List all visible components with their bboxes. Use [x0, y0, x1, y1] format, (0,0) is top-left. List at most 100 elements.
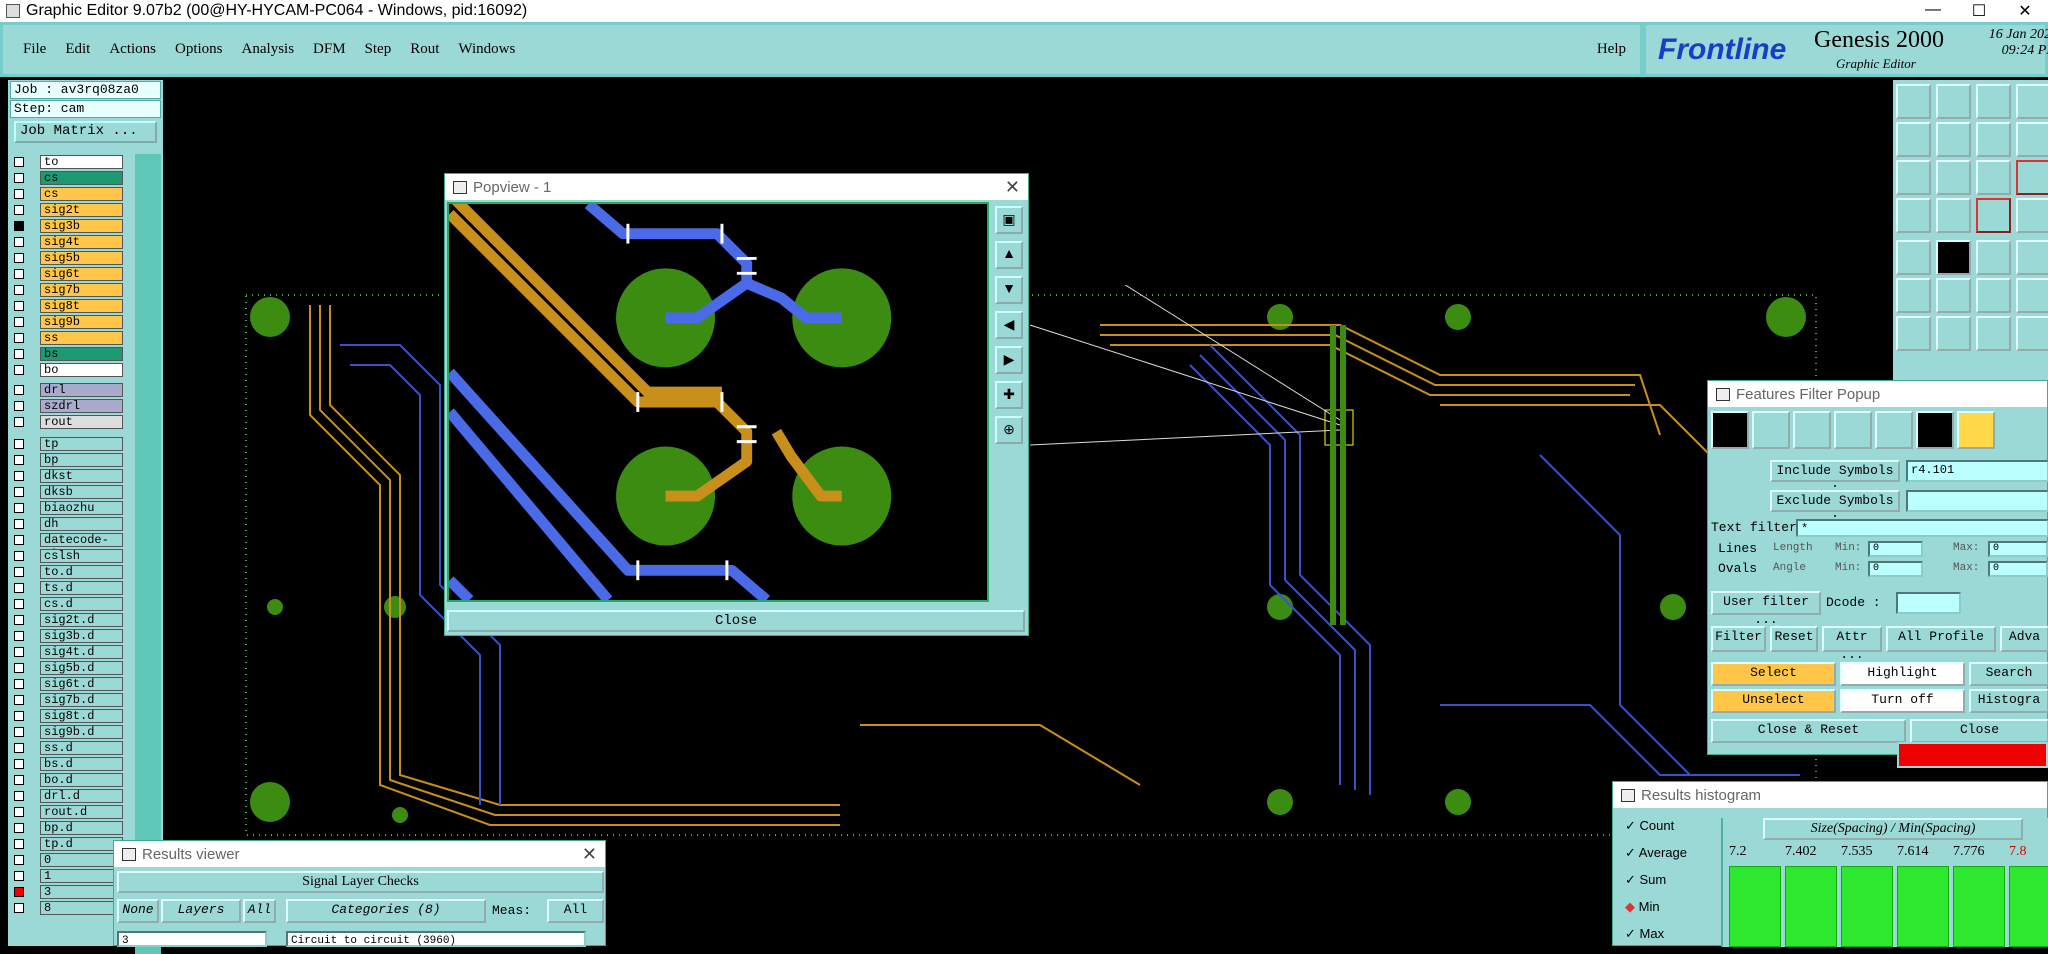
all-button[interactable]: All	[243, 899, 276, 923]
layer-name[interactable]: rout.d	[40, 805, 123, 819]
layer-row[interactable]: sig6t	[12, 266, 142, 282]
layer-checkbox[interactable]	[14, 189, 24, 199]
layer-row[interactable]: to	[12, 154, 142, 170]
layer-checkbox[interactable]	[14, 221, 24, 231]
layer-checkbox[interactable]	[14, 487, 24, 497]
include-symbols-field[interactable]: r4.101	[1906, 460, 2048, 482]
meas-select[interactable]: All	[547, 899, 604, 923]
layer-checkbox[interactable]	[14, 535, 24, 545]
layer-name[interactable]: 1	[40, 869, 123, 883]
layer-name[interactable]: bo	[40, 363, 123, 377]
tool-5-icon[interactable]	[1896, 122, 1931, 157]
turn-off-button[interactable]: Turn off	[1840, 689, 1965, 713]
layer-checkbox[interactable]	[14, 317, 24, 327]
layer-row[interactable]: rout.d	[12, 804, 142, 820]
layer-row[interactable]: bs.d	[12, 756, 142, 772]
layer-name[interactable]: drl.d	[40, 789, 123, 803]
results-close-icon[interactable]: ✕	[582, 844, 597, 865]
layer-name[interactable]: sig6t	[40, 267, 123, 281]
surface-type-icon[interactable]	[1793, 411, 1831, 449]
layer-row[interactable]: drl.d	[12, 788, 142, 804]
layer-checkbox[interactable]	[14, 695, 24, 705]
polygon-icon[interactable]	[1936, 240, 1971, 275]
layer-name[interactable]: bo.d	[40, 773, 123, 787]
layer-checkbox[interactable]	[14, 887, 24, 897]
layer-name[interactable]: bp.d	[40, 821, 123, 835]
layer-name[interactable]: szdrl	[40, 399, 123, 413]
layer-name[interactable]: sig4t.d	[40, 645, 123, 659]
cross-icon[interactable]	[1936, 278, 1971, 313]
layer-name[interactable]: sig7b	[40, 283, 123, 297]
zoom-fit-icon[interactable]: ▣	[995, 206, 1023, 234]
layer-checkbox[interactable]	[14, 237, 24, 247]
layer-checkbox[interactable]	[14, 471, 24, 481]
layer-checkbox[interactable]	[14, 743, 24, 753]
layer-name[interactable]: datecode-pt	[40, 533, 123, 560]
layer-row[interactable]: biaozhu	[12, 500, 142, 516]
layer-name[interactable]: bp	[40, 453, 123, 467]
menu-help[interactable]: Help	[1597, 41, 1626, 58]
layer-row[interactable]: sig9b	[12, 314, 142, 330]
grid-icon[interactable]	[1936, 198, 1971, 233]
tool-7-icon[interactable]	[1976, 122, 2011, 157]
zoom-area-icon[interactable]: ✚	[995, 381, 1023, 409]
layer-row[interactable]: dksb	[12, 484, 142, 500]
layer-checkbox[interactable]	[14, 839, 24, 849]
layer-row[interactable]: sig5b.d	[12, 660, 142, 676]
none-button[interactable]: None	[117, 899, 159, 923]
popview-close-icon[interactable]: ✕	[1005, 177, 1020, 198]
layer-checkbox[interactable]	[14, 663, 24, 673]
tool-28-icon[interactable]	[2016, 316, 2048, 351]
layer-row[interactable]: ss.d	[12, 740, 142, 756]
category-result-row[interactable]: Circuit to circuit (3960)	[286, 931, 586, 947]
zoom-in-icon[interactable]: ▲	[995, 241, 1023, 269]
angle-checkbox[interactable]: Angle	[1773, 562, 1806, 574]
layer-name[interactable]: sig5b.d	[40, 661, 123, 675]
layer-row[interactable]: bo.d	[12, 772, 142, 788]
popview-close-button[interactable]: Close	[447, 610, 1025, 632]
tool-6-icon[interactable]	[1936, 122, 1971, 157]
tool-4-icon[interactable]	[2016, 84, 2048, 119]
zoom-out-icon[interactable]: ▼	[995, 276, 1023, 304]
layer-row[interactable]: bp	[12, 452, 142, 468]
text-filter-field[interactable]: *	[1796, 519, 2048, 537]
layer-row[interactable]: sig8t	[12, 298, 142, 314]
layer-checkbox[interactable]	[14, 855, 24, 865]
layer-checkbox[interactable]	[14, 759, 24, 769]
positive-icon[interactable]	[1916, 411, 1954, 449]
layer-name[interactable]: tp.d	[40, 837, 123, 851]
layer-checkbox[interactable]	[14, 269, 24, 279]
layer-name[interactable]: ss.d	[40, 741, 123, 755]
layer-row[interactable]: sig2t.d	[12, 612, 142, 628]
layer-checkbox[interactable]	[14, 615, 24, 625]
layer-row[interactable]: sig5b	[12, 250, 142, 266]
layer-name[interactable]: sig8t.d	[40, 709, 123, 723]
help-icon[interactable]	[2016, 160, 2048, 195]
tool-10-icon[interactable]	[1936, 160, 1971, 195]
layer-checkbox[interactable]	[14, 157, 24, 167]
layer-row[interactable]: sig3b	[12, 218, 142, 234]
arc-type-icon[interactable]	[1834, 411, 1872, 449]
layer-checkbox[interactable]	[14, 385, 24, 395]
layer-checkbox[interactable]	[14, 349, 24, 359]
select-button[interactable]: Select	[1711, 662, 1836, 686]
layer-row[interactable]: sig7b	[12, 282, 142, 298]
layer-name[interactable]: to.d	[40, 565, 123, 579]
length-checkbox[interactable]: Length	[1773, 542, 1813, 554]
pan-left-icon[interactable]: ◀	[995, 311, 1023, 339]
layer-name[interactable]: bs	[40, 347, 123, 361]
tool-2-icon[interactable]	[1936, 84, 1971, 119]
layer-checkbox[interactable]	[14, 401, 24, 411]
tool-8-icon[interactable]	[2016, 122, 2048, 157]
tool-3-icon[interactable]	[1976, 84, 2011, 119]
center-icon[interactable]: ⊕	[995, 416, 1023, 444]
layer-checkbox[interactable]	[14, 647, 24, 657]
layer-name[interactable]: sig9b	[40, 315, 123, 329]
lines-checkbox[interactable]: Lines	[1718, 541, 1757, 556]
layer-row[interactable]: bp.d	[12, 820, 142, 836]
layer-name[interactable]: sig3b.d	[40, 629, 123, 643]
layer-name[interactable]: dksb	[40, 485, 123, 499]
stat-average[interactable]: ✓ Average	[1625, 845, 1687, 861]
layer-row[interactable]: sig2t	[12, 202, 142, 218]
layer-checkbox[interactable]	[14, 807, 24, 817]
